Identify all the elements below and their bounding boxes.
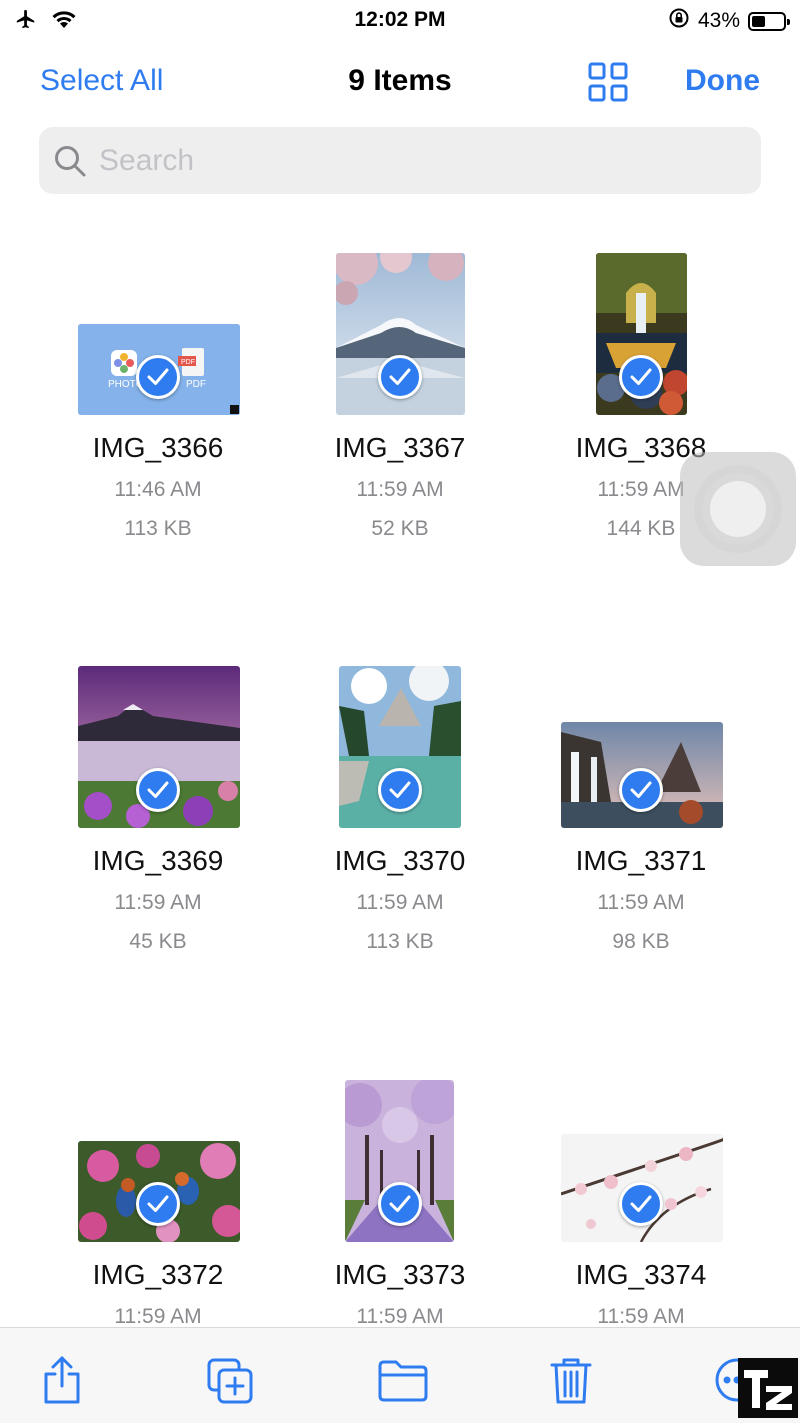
file-item[interactable]: PHOTO PDF PDF IMG_3366 11:46 AM 113 KB <box>38 250 278 540</box>
selected-checkmark-icon[interactable] <box>136 768 180 812</box>
orientation-lock-icon <box>668 7 690 35</box>
file-item[interactable]: IMG_3369 11:59 AM 45 KB <box>38 663 278 953</box>
site-watermark-logo <box>738 1358 798 1418</box>
navigation-bar: Select All 9 Items Done <box>0 52 800 112</box>
file-name: IMG_3370 <box>334 845 466 876</box>
status-bar: 12:02 PM 43% <box>0 0 800 40</box>
file-time: 11:59 AM <box>114 1305 202 1328</box>
search-icon <box>53 144 87 183</box>
selected-checkmark-icon[interactable] <box>136 1182 180 1226</box>
done-button[interactable]: Done <box>685 64 760 98</box>
file-time: 11:59 AM <box>114 891 202 914</box>
file-size: 45 KB <box>129 930 187 953</box>
selected-checkmark-icon[interactable] <box>378 768 422 812</box>
file-size: 113 KB <box>366 930 434 953</box>
file-name: IMG_3371 <box>575 845 707 876</box>
pdf-badge-label: PDF <box>181 359 195 366</box>
file-name: IMG_3366 <box>92 432 224 463</box>
file-name: IMG_3373 <box>334 1259 466 1290</box>
file-item[interactable]: IMG_3370 11:59 AM 113 KB <box>280 663 520 953</box>
assistive-touch-button[interactable] <box>680 452 796 566</box>
file-time: 11:46 AM <box>114 478 202 501</box>
file-item[interactable]: IMG_3368 11:59 AM 144 KB <box>521 250 761 540</box>
bottom-toolbar <box>0 1327 800 1423</box>
file-time: 11:59 AM <box>356 478 444 501</box>
battery-icon <box>748 11 790 31</box>
move-folder-icon[interactable] <box>378 1356 428 1406</box>
file-name: IMG_3369 <box>92 845 224 876</box>
file-name: IMG_3374 <box>575 1259 707 1290</box>
trash-icon[interactable] <box>550 1356 596 1406</box>
file-time: 11:59 AM <box>597 891 685 914</box>
battery-percent: 43% <box>697 9 740 32</box>
selected-checkmark-icon[interactable] <box>619 355 663 399</box>
file-time: 11:59 AM <box>356 891 444 914</box>
selected-checkmark-icon[interactable] <box>378 355 422 399</box>
selected-checkmark-icon[interactable] <box>619 1182 663 1226</box>
duplicate-icon[interactable] <box>207 1356 253 1406</box>
file-name: IMG_3372 <box>92 1259 224 1290</box>
file-time: 11:59 AM <box>597 1305 685 1328</box>
file-item[interactable]: IMG_3374 11:59 AM <box>521 1077 761 1328</box>
file-item[interactable]: IMG_3367 11:59 AM 52 KB <box>280 250 520 540</box>
file-item[interactable]: IMG_3371 11:59 AM 98 KB <box>521 663 761 953</box>
selected-checkmark-icon[interactable] <box>619 768 663 812</box>
file-size: 52 KB <box>371 517 429 540</box>
select-all-button[interactable]: Select All <box>40 64 163 98</box>
search-input[interactable] <box>97 137 741 185</box>
file-time: 11:59 AM <box>356 1305 444 1328</box>
file-item[interactable]: IMG_3373 11:59 AM <box>280 1077 520 1328</box>
file-size: 98 KB <box>612 930 670 953</box>
search-bar <box>39 127 761 194</box>
file-item[interactable]: IMG_3372 11:59 AM <box>38 1077 278 1328</box>
grid-view-icon[interactable] <box>588 62 630 104</box>
selected-checkmark-icon[interactable] <box>136 355 180 399</box>
file-name: IMG_3367 <box>334 432 466 463</box>
pdf-label: PDF <box>186 379 206 390</box>
share-icon[interactable] <box>40 1356 86 1406</box>
file-size: 113 KB <box>124 517 192 540</box>
selected-checkmark-icon[interactable] <box>378 1182 422 1226</box>
